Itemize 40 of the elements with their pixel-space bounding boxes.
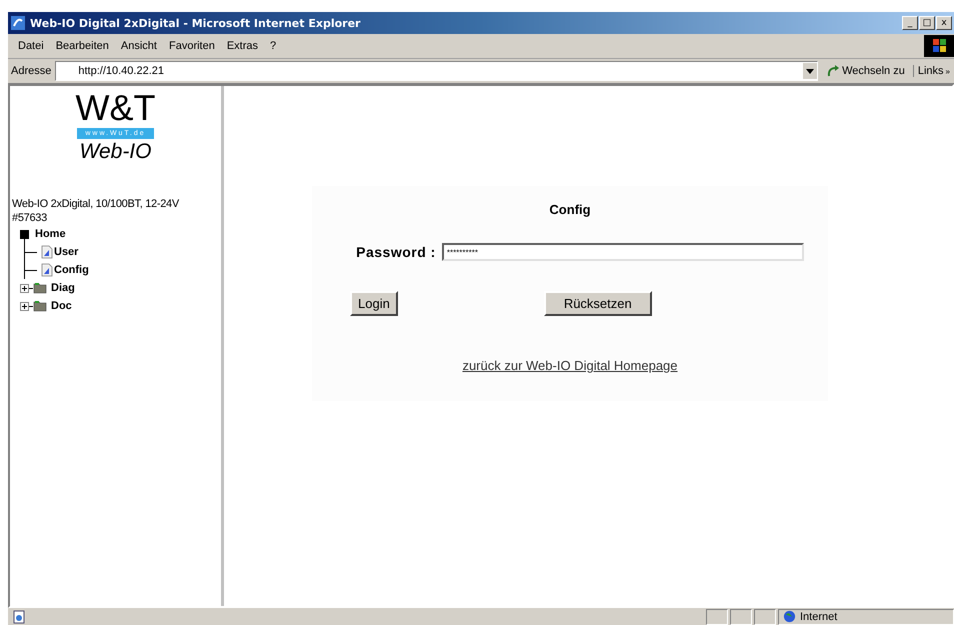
- page-icon: [12, 610, 26, 624]
- curved-arrow-icon: [826, 64, 840, 78]
- window-title: Web-IO Digital 2xDigital - Microsoft Internet Explorer: [30, 16, 360, 30]
- menu-item[interactable]: Favoriten: [162, 40, 221, 52]
- tree-link[interactable]: Doc: [51, 300, 72, 312]
- windows-logo-icon: [924, 35, 954, 57]
- expand-toggle[interactable]: [20, 302, 29, 310]
- password-field[interactable]: **********: [442, 243, 804, 261]
- browser-icon: [10, 15, 26, 31]
- go-button[interactable]: Wechseln zu: [822, 64, 909, 78]
- address-field[interactable]: http://10.40.22.21: [55, 61, 818, 81]
- form-button[interactable]: Login: [350, 291, 398, 316]
- tree-link[interactable]: Home: [35, 228, 66, 240]
- window-control[interactable]: _: [902, 16, 918, 30]
- article-number: #57633: [12, 211, 48, 225]
- window-control[interactable]: □: [919, 16, 935, 30]
- logo-product: Web-IO: [80, 141, 152, 163]
- tree-link[interactable]: Diag: [51, 282, 75, 294]
- homepage-link[interactable]: zurück zur Web-IO Digital Homepage: [462, 358, 678, 373]
- globe-icon: [783, 610, 796, 623]
- form-button[interactable]: Rücksetzen: [544, 291, 652, 316]
- menu-item[interactable]: Bearbeiten: [50, 40, 115, 52]
- window-control[interactable]: x: [936, 16, 952, 30]
- tree-link[interactable]: Config: [54, 264, 89, 276]
- folder-icon: [33, 300, 47, 312]
- menu-item[interactable]: ?: [264, 40, 282, 52]
- form-heading: Config: [549, 202, 591, 217]
- tree-link[interactable]: User: [54, 246, 78, 258]
- logo-brand: W&T: [76, 90, 156, 126]
- address-label: Adresse: [11, 65, 52, 77]
- folder-icon: [33, 282, 47, 294]
- page-icon: [41, 263, 53, 277]
- menu-item[interactable]: Ansicht: [114, 40, 163, 52]
- page-icon: [41, 245, 53, 259]
- device-description: Web-IO 2xDigital, 10/100BT, 12-24V: [12, 197, 180, 211]
- menu-item[interactable]: Extras: [220, 40, 264, 52]
- expand-toggle[interactable]: [20, 284, 29, 292]
- password-label: Password :: [356, 244, 436, 260]
- security-zone: Internet: [800, 610, 838, 622]
- menu-item[interactable]: Datei: [12, 40, 50, 52]
